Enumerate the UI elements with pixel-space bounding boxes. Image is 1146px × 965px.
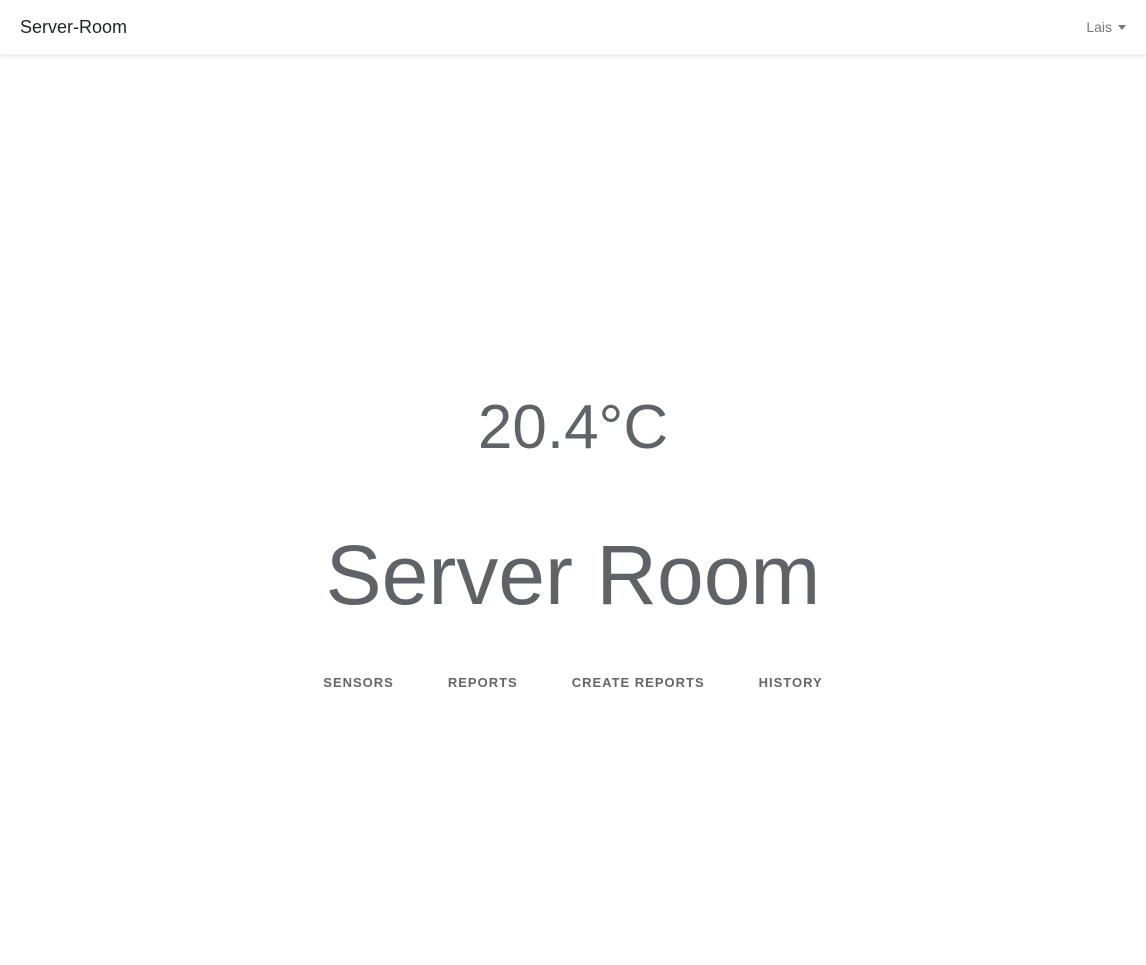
user-dropdown[interactable]: Lais <box>1086 19 1126 35</box>
history-link[interactable]: HISTORY <box>759 675 823 690</box>
sensors-link[interactable]: SENSORS <box>323 675 394 690</box>
user-name: Lais <box>1086 19 1112 35</box>
main-links: SENSORS REPORTS CREATE REPORTS HISTORY <box>0 675 1146 690</box>
create-reports-link[interactable]: CREATE REPORTS <box>572 675 705 690</box>
navbar: Server-Room Lais <box>0 0 1146 55</box>
brand-link[interactable]: Server-Room <box>20 17 127 38</box>
reports-link[interactable]: REPORTS <box>448 675 518 690</box>
temperature-reading: 20.4°C <box>477 393 669 462</box>
page-title: Server Room <box>325 528 821 622</box>
caret-down-icon <box>1118 24 1126 30</box>
